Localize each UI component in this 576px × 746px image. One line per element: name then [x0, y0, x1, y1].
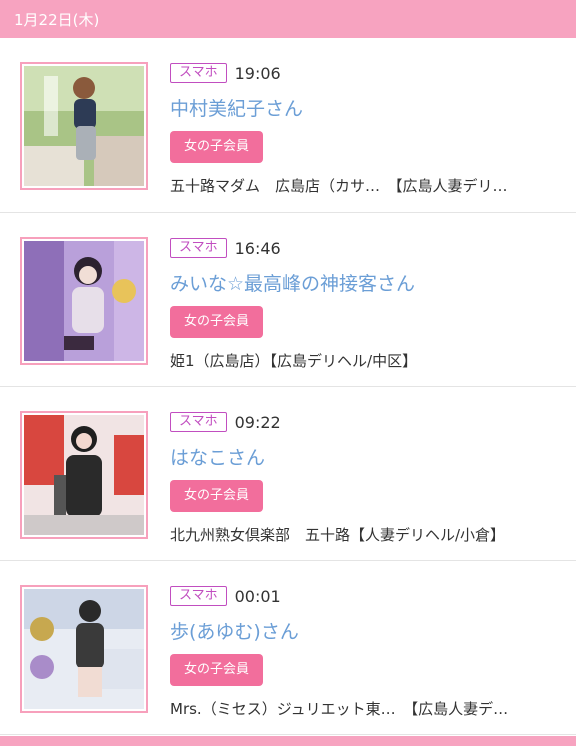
date-header: 1月22日(木) — [0, 0, 576, 38]
date-label: 1月22日(木) — [14, 10, 100, 29]
profile-photo — [24, 241, 144, 361]
post-time: 19:06 — [234, 63, 281, 83]
profile-thumbnail[interactable] — [20, 237, 148, 365]
shop-name[interactable]: 北九州熟女倶楽部 五十路【人妻デリヘル/小倉】 — [170, 524, 562, 545]
device-badge: スマホ — [170, 412, 227, 432]
girl-name-link[interactable]: はなこさん — [170, 443, 562, 470]
profile-photo — [24, 66, 144, 186]
profile-photo — [24, 415, 144, 535]
profile-thumbnail[interactable] — [20, 62, 148, 190]
device-badge: スマホ — [170, 238, 227, 258]
shop-name[interactable]: 姫1（広島店）【広島デリヘル/中区】 — [170, 350, 562, 371]
list-item[interactable]: スマホ 19:06 中村美紀子さん 女の子会員 五十路マダム 広島店（カサ… 【… — [0, 38, 576, 213]
girl-name-link[interactable]: 中村美紀子さん — [170, 94, 562, 121]
profile-photo — [24, 589, 144, 709]
girl-name-link[interactable]: みいな☆最高峰の神接客さん — [170, 269, 562, 296]
profile-thumbnail[interactable] — [20, 411, 148, 539]
girl-name-link[interactable]: 歩(あゆむ)さん — [170, 617, 562, 644]
post-time: 00:01 — [234, 586, 281, 606]
list-item[interactable]: スマホ 16:46 みいな☆最高峰の神接客さん 女の子会員 姫1（広島店）【広島… — [0, 213, 576, 387]
shop-name[interactable]: 五十路マダム 広島店（カサ… 【広島人妻デリ… — [170, 175, 562, 196]
post-time: 09:22 — [234, 412, 281, 432]
member-badge[interactable]: 女の子会員 — [170, 480, 264, 512]
bottom-pink-bar — [0, 736, 576, 746]
device-badge: スマホ — [170, 63, 227, 83]
device-badge: スマホ — [170, 586, 227, 606]
member-badge[interactable]: 女の子会員 — [170, 131, 264, 163]
list-item[interactable]: スマホ 00:01 歩(あゆむ)さん 女の子会員 Mrs.（ミセス）ジュリエット… — [0, 561, 576, 735]
shop-name[interactable]: Mrs.（ミセス）ジュリエット東… 【広島人妻デ… — [170, 698, 562, 719]
diary-list: スマホ 19:06 中村美紀子さん 女の子会員 五十路マダム 広島店（カサ… 【… — [0, 38, 576, 735]
profile-thumbnail[interactable] — [20, 585, 148, 713]
member-badge[interactable]: 女の子会員 — [170, 306, 264, 338]
list-item[interactable]: スマホ 09:22 はなこさん 女の子会員 北九州熟女倶楽部 五十路【人妻デリヘ… — [0, 387, 576, 561]
post-time: 16:46 — [234, 238, 281, 258]
member-badge[interactable]: 女の子会員 — [170, 654, 264, 686]
